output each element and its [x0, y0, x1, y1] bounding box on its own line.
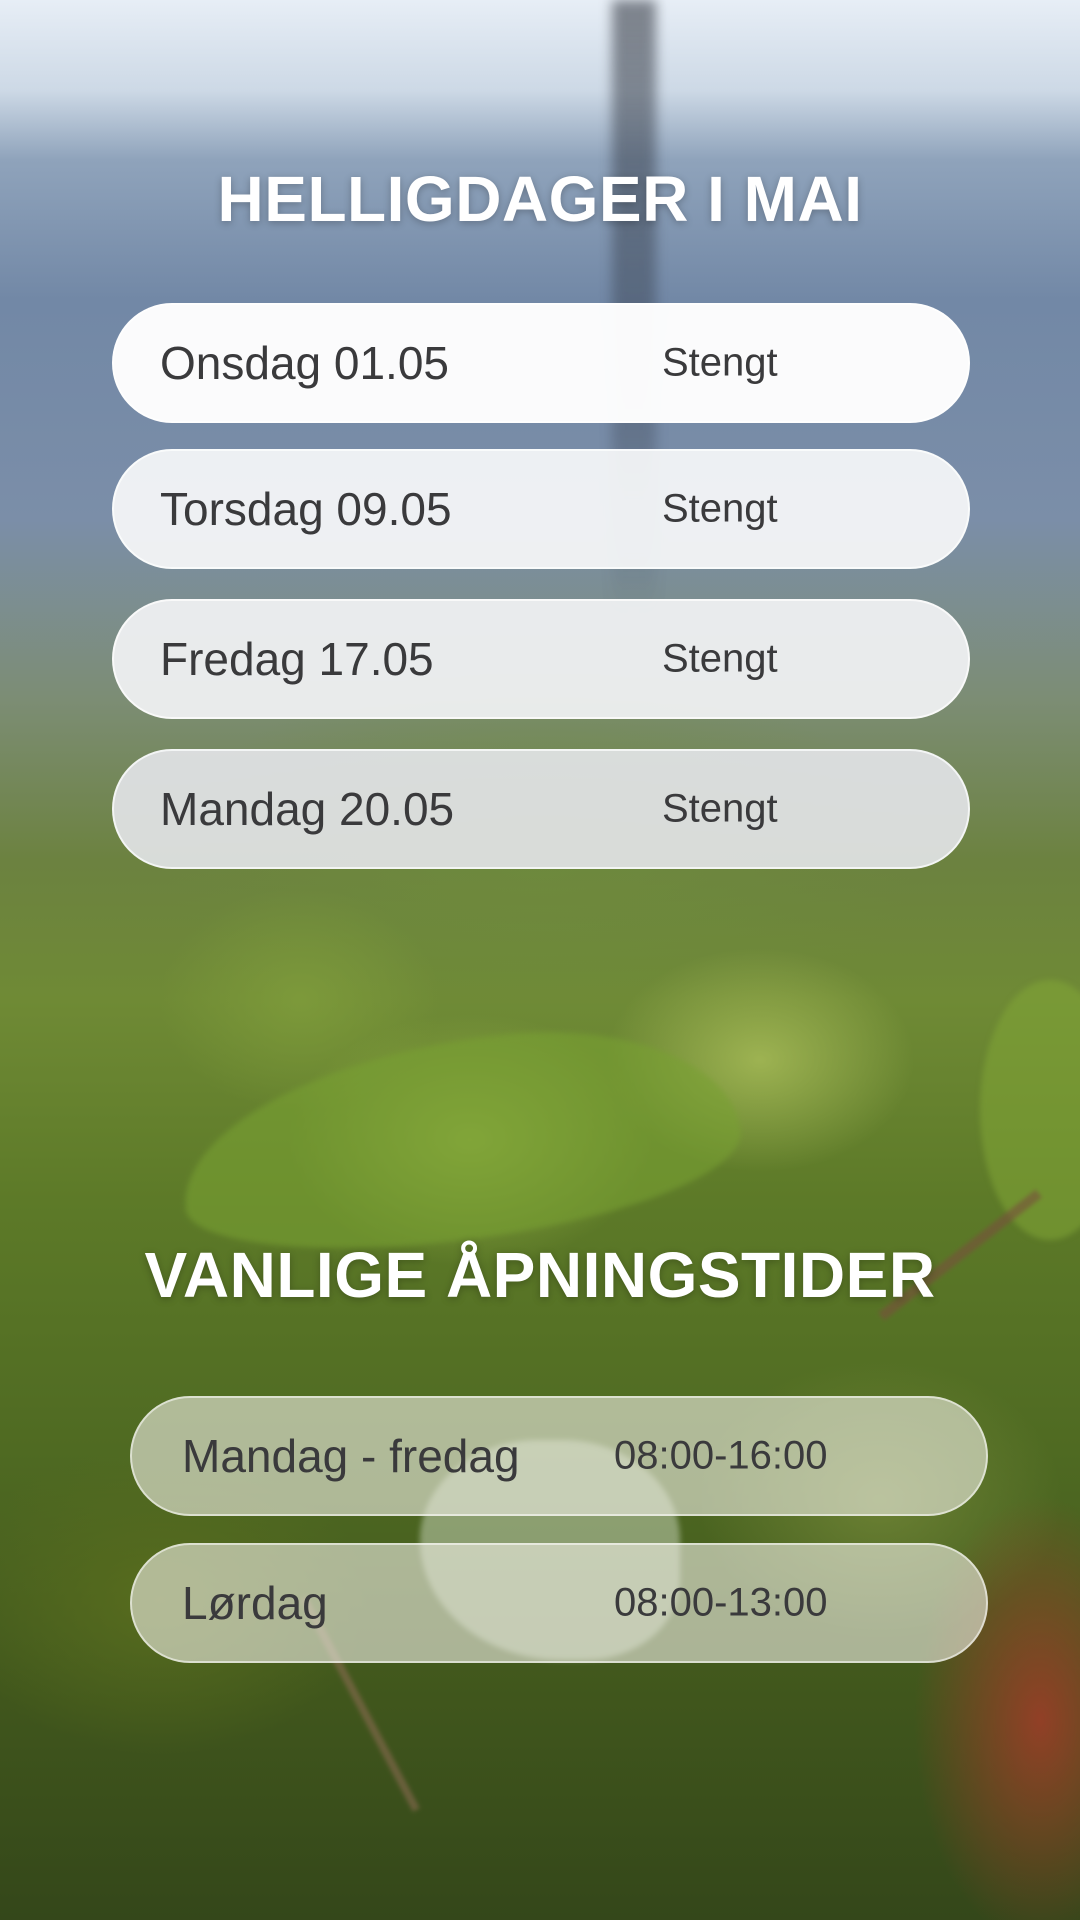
holiday-day: Fredag 17.05: [160, 633, 434, 685]
holiday-status: Stengt: [662, 636, 778, 681]
holiday-status: Stengt: [662, 786, 778, 831]
holiday-status: Stengt: [662, 340, 778, 385]
holidays-title: HELLIGDAGER I MAI: [217, 163, 863, 235]
regular-hours-title: VANLIGE ÅPNINGSTIDER: [144, 1239, 936, 1311]
hours-day: Mandag - fredag: [182, 1430, 520, 1482]
hours-time: 08:00-16:00: [614, 1433, 828, 1478]
holiday-row: Torsdag 09.05 Stengt: [112, 449, 970, 569]
holiday-day: Mandag 20.05: [160, 783, 455, 835]
holiday-row: Mandag 20.05 Stengt: [112, 749, 970, 869]
hours-day: Lørdag: [182, 1577, 328, 1629]
opening-hours-poster: HELLIGDAGER I MAI Onsdag 01.05 Stengt To…: [0, 0, 1080, 1920]
holiday-row: Fredag 17.05 Stengt: [112, 599, 970, 719]
hours-time: 08:00-13:00: [614, 1580, 828, 1625]
holiday-row: Onsdag 01.05 Stengt: [112, 303, 970, 423]
holiday-day: Torsdag 09.05: [160, 483, 452, 535]
holiday-status: Stengt: [662, 486, 778, 531]
hours-row: Mandag - fredag 08:00-16:00: [130, 1396, 988, 1516]
hours-row: Lørdag 08:00-13:00: [130, 1543, 988, 1663]
holiday-day: Onsdag 01.05: [160, 337, 450, 389]
